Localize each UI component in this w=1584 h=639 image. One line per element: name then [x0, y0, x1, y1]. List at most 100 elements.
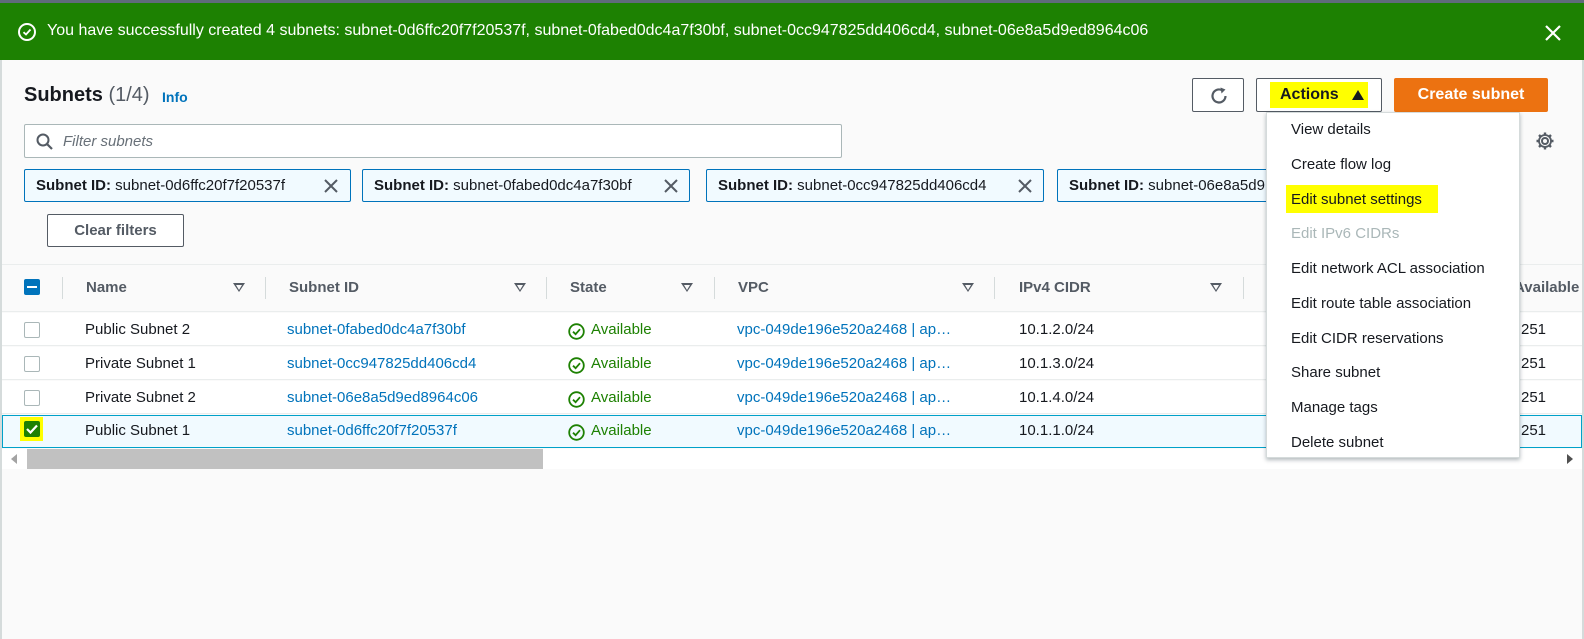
sort-icon[interactable]	[1210, 283, 1222, 292]
column-header-name[interactable]: Name	[86, 279, 127, 296]
row-checkbox[interactable]	[24, 356, 40, 372]
cell-subnet-id-link[interactable]: subnet-06e8a5d9ed8964c06	[287, 389, 478, 406]
cell-ipv4-cidr: 10.1.4.0/24	[1019, 389, 1095, 406]
filter-token-text: Subnet ID: subnet-06e8a5d9	[1069, 177, 1265, 194]
cell-vpc-link[interactable]: vpc-049de196e520a2468 | ap…	[737, 355, 951, 372]
search-placeholder: Filter subnets	[63, 133, 154, 150]
select-all-checkbox[interactable]	[24, 279, 40, 295]
menu-item-edit-ipv6-cidrs: Edit IPv6 CIDRs	[1291, 225, 1400, 242]
scroll-left-icon[interactable]	[11, 454, 17, 464]
column-divider	[62, 277, 63, 299]
cell-available: 251	[1521, 321, 1547, 338]
page-title-text: Subnets	[24, 84, 103, 106]
column-divider	[265, 277, 266, 299]
menu-item-view-details[interactable]: View details	[1291, 121, 1371, 138]
sort-icon[interactable]	[681, 283, 693, 292]
cell-subnet-id-link[interactable]: subnet-0cc947825dd406cd4	[287, 355, 476, 372]
remove-filter-icon[interactable]	[1017, 178, 1033, 194]
cell-ipv4-cidr: 10.1.1.0/24	[1019, 422, 1095, 439]
filter-token-text: Subnet ID: subnet-0fabed0dc4a7f30bf	[374, 177, 632, 194]
filter-token-key: Subnet ID:	[36, 177, 111, 194]
filter-token-value: subnet-06e8a5d9	[1148, 177, 1265, 194]
menu-item-edit-subnet-settings[interactable]: Edit subnet settings	[1291, 191, 1422, 208]
cell-name: Public Subnet 2	[85, 321, 191, 338]
cell-state: Available	[591, 422, 652, 439]
info-link[interactable]: Info	[162, 89, 188, 105]
menu-item-create-flow-log[interactable]: Create flow log	[1291, 156, 1391, 173]
close-icon[interactable]	[1543, 23, 1563, 43]
create-subnet-button[interactable]: Create subnet	[1394, 78, 1548, 112]
page-title: Subnets (1/4)	[24, 84, 150, 107]
cell-vpc-link[interactable]: vpc-049de196e520a2468 | ap…	[737, 389, 951, 406]
filter-token-key: Subnet ID:	[718, 177, 793, 194]
caret-up-icon	[1352, 90, 1364, 100]
filter-token-key: Subnet ID:	[374, 177, 449, 194]
column-divider	[546, 277, 547, 299]
menu-item-share-subnet[interactable]: Share subnet	[1291, 364, 1380, 381]
scroll-right-icon[interactable]	[1567, 454, 1573, 464]
actions-button[interactable]: Actions	[1256, 78, 1382, 112]
scrollbar-thumb[interactable]	[27, 449, 543, 469]
cell-available: 251	[1521, 422, 1547, 439]
success-flashbar: You have successfully created 4 subnets:…	[0, 3, 1584, 60]
column-divider	[714, 277, 715, 299]
cell-subnet-id-link[interactable]: subnet-0fabed0dc4a7f30bf	[287, 321, 465, 338]
menu-item-manage-tags[interactable]: Manage tags	[1291, 399, 1378, 416]
flash-message: You have successfully created 4 subnets:…	[47, 22, 1149, 39]
cell-vpc-link[interactable]: vpc-049de196e520a2468 | ap…	[737, 422, 951, 439]
sort-icon[interactable]	[514, 283, 526, 292]
row-checkbox-checked[interactable]	[24, 421, 40, 437]
search-input[interactable]: Filter subnets	[24, 124, 842, 158]
column-divider	[994, 277, 995, 299]
refresh-icon	[1211, 87, 1227, 104]
cell-state: Available	[591, 321, 652, 338]
column-header-vpc[interactable]: VPC	[738, 279, 769, 296]
filter-token: Subnet ID: subnet-06e8a5d9	[1057, 169, 1287, 202]
cell-subnet-id-link[interactable]: subnet-0d6ffc20f7f20537f	[287, 422, 457, 439]
menu-item-delete-subnet[interactable]: Delete subnet	[1291, 434, 1384, 451]
column-header-state[interactable]: State	[570, 279, 607, 296]
available-check-icon	[568, 391, 585, 408]
success-check-icon	[18, 23, 36, 41]
column-divider	[1243, 277, 1244, 299]
available-check-icon	[568, 424, 585, 441]
remove-filter-icon[interactable]	[323, 178, 339, 194]
cell-ipv4-cidr: 10.1.3.0/24	[1019, 355, 1095, 372]
column-header-available[interactable]: Available	[1514, 279, 1579, 296]
cell-ipv4-cidr: 10.1.2.0/24	[1019, 321, 1095, 338]
available-check-icon	[568, 357, 585, 374]
sort-icon[interactable]	[962, 283, 974, 292]
row-checkbox[interactable]	[24, 390, 40, 406]
cell-name: Private Subnet 1	[85, 355, 196, 372]
row-checkbox[interactable]	[24, 322, 40, 338]
cell-available: 251	[1521, 355, 1547, 372]
remove-filter-icon[interactable]	[663, 178, 679, 194]
filter-token-value: subnet-0fabed0dc4a7f30bf	[453, 177, 632, 194]
filter-token-key: Subnet ID:	[1069, 177, 1144, 194]
menu-item-edit-network-acl-association[interactable]: Edit network ACL association	[1291, 260, 1485, 277]
filter-token: Subnet ID: subnet-0fabed0dc4a7f30bf	[362, 169, 690, 202]
refresh-button[interactable]	[1192, 78, 1244, 112]
filter-token-text: Subnet ID: subnet-0cc947825dd406cd4	[718, 177, 987, 194]
cell-state: Available	[591, 389, 652, 406]
column-header-ipv4-cidr[interactable]: IPv4 CIDR	[1019, 279, 1091, 296]
check-icon	[26, 424, 38, 435]
menu-item-edit-cidr-reservations[interactable]: Edit CIDR reservations	[1291, 330, 1444, 347]
cell-name: Private Subnet 2	[85, 389, 196, 406]
cell-available: 251	[1521, 389, 1547, 406]
clear-filters-button[interactable]: Clear filters	[47, 214, 184, 247]
filter-token-value: subnet-0d6ffc20f7f20537f	[115, 177, 286, 194]
menu-item-edit-route-table-association[interactable]: Edit route table association	[1291, 295, 1471, 312]
gear-icon[interactable]	[1535, 131, 1555, 151]
sort-icon[interactable]	[233, 283, 245, 292]
filter-token: Subnet ID: subnet-0cc947825dd406cd4	[706, 169, 1044, 202]
available-check-icon	[568, 323, 585, 340]
filter-token-text: Subnet ID: subnet-0d6ffc20f7f20537f	[36, 177, 285, 194]
cell-vpc-link[interactable]: vpc-049de196e520a2468 | ap…	[737, 321, 951, 338]
selection-count: (1/4)	[108, 84, 150, 106]
cell-name: Public Subnet 1	[85, 422, 191, 439]
column-header-subnet-id[interactable]: Subnet ID	[289, 279, 359, 296]
filter-token: Subnet ID: subnet-0d6ffc20f7f20537f	[24, 169, 351, 202]
search-icon	[36, 133, 53, 150]
filter-token-value: subnet-0cc947825dd406cd4	[797, 177, 987, 194]
